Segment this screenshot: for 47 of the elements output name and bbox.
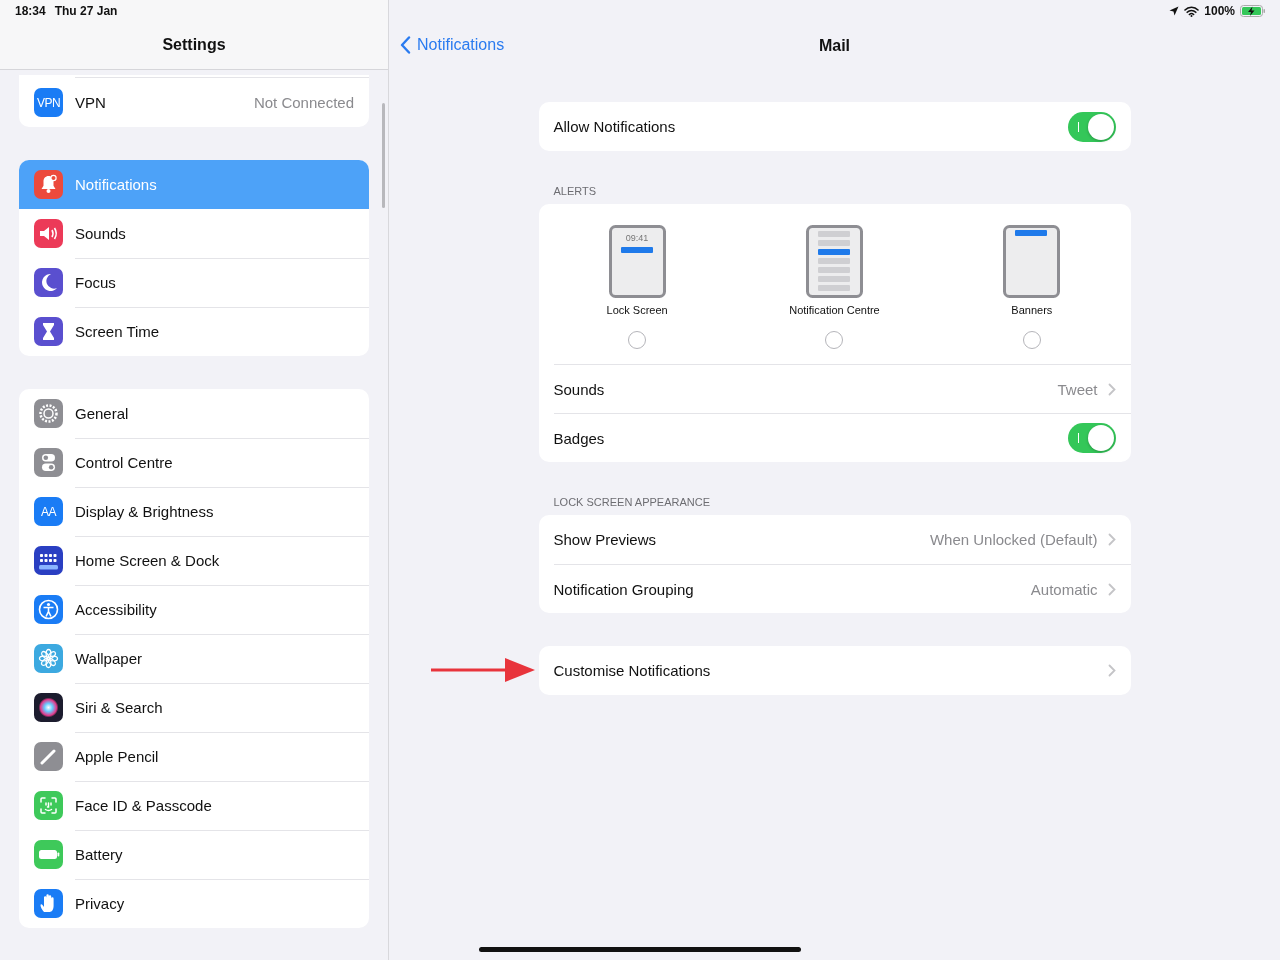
chevron-icon bbox=[1107, 664, 1116, 677]
row-label: Allow Notifications bbox=[553, 118, 676, 135]
section-header: ALERTS bbox=[553, 185, 597, 197]
page-title: Mail bbox=[818, 37, 851, 55]
sidebar-item[interactable]: AA Display & Brightness bbox=[19, 487, 369, 536]
row-label[interactable]: Show Previews bbox=[553, 531, 657, 548]
row-value: Automatic bbox=[1030, 580, 1098, 598]
toggle-switch[interactable] bbox=[1067, 111, 1116, 142]
back-button[interactable]: Notifications bbox=[400, 36, 505, 54]
sidebar-item[interactable]: Siri & Search bbox=[19, 683, 369, 732]
sidebar-item[interactable]: Battery bbox=[19, 830, 369, 879]
chevron-icon bbox=[1107, 533, 1116, 546]
status-date: Thu 27 Jan bbox=[54, 4, 118, 18]
sidebar-title: Settings bbox=[162, 36, 226, 54]
sidebar-item[interactable]: Accessibility bbox=[19, 585, 369, 634]
battery-percent: 100% bbox=[1204, 4, 1235, 18]
sidebar-item[interactable]: Face ID & Passcode bbox=[19, 781, 369, 830]
sidebar-item[interactable]: Control Centre bbox=[19, 438, 369, 487]
sidebar-item[interactable]: Home Screen & Dock bbox=[19, 536, 369, 585]
sidebar-item[interactable]: Privacy bbox=[19, 879, 369, 928]
location-arrow-icon bbox=[1169, 6, 1180, 16]
row-value: Tweet bbox=[1057, 380, 1098, 398]
row-label: Badges bbox=[553, 429, 605, 447]
chevron-icon bbox=[1107, 382, 1116, 396]
clock-text: 09:41 bbox=[625, 233, 648, 243]
row-label[interactable]: Notification Grouping bbox=[553, 580, 694, 598]
status-value: Not Connected bbox=[253, 94, 354, 111]
chevron-icon bbox=[1107, 582, 1116, 596]
sidebar-item[interactable]: Wallpaper bbox=[19, 634, 369, 683]
sidebar-item[interactable]: Sounds bbox=[19, 209, 369, 258]
vpn-icon: VPN bbox=[34, 88, 63, 117]
text-size-icon: AA bbox=[34, 497, 63, 526]
row-label[interactable]: Sounds bbox=[553, 380, 605, 398]
sidebar-item[interactable]: General bbox=[19, 389, 369, 438]
sidebar-item[interactable]: Screen Time bbox=[19, 307, 369, 356]
section-header: LOCK SCREEN APPEARANCE bbox=[553, 496, 710, 508]
sidebar-item[interactable]: Apple Pencil bbox=[19, 732, 369, 781]
back-chevron-icon bbox=[400, 36, 411, 54]
row-value: When Unlocked (Default) bbox=[929, 531, 1098, 548]
alert-style-label: Lock Screen bbox=[606, 304, 668, 316]
row-label[interactable]: Customise Notifications bbox=[553, 662, 711, 679]
alert-style-label: Banners bbox=[1011, 304, 1053, 316]
toggle-switch[interactable] bbox=[1067, 423, 1116, 453]
status-time: 18:34 bbox=[15, 4, 46, 18]
wifi-icon bbox=[1184, 5, 1200, 17]
alert-style-label: Notification Centre bbox=[789, 304, 880, 316]
sidebar-item[interactable]: Focus bbox=[19, 258, 369, 307]
